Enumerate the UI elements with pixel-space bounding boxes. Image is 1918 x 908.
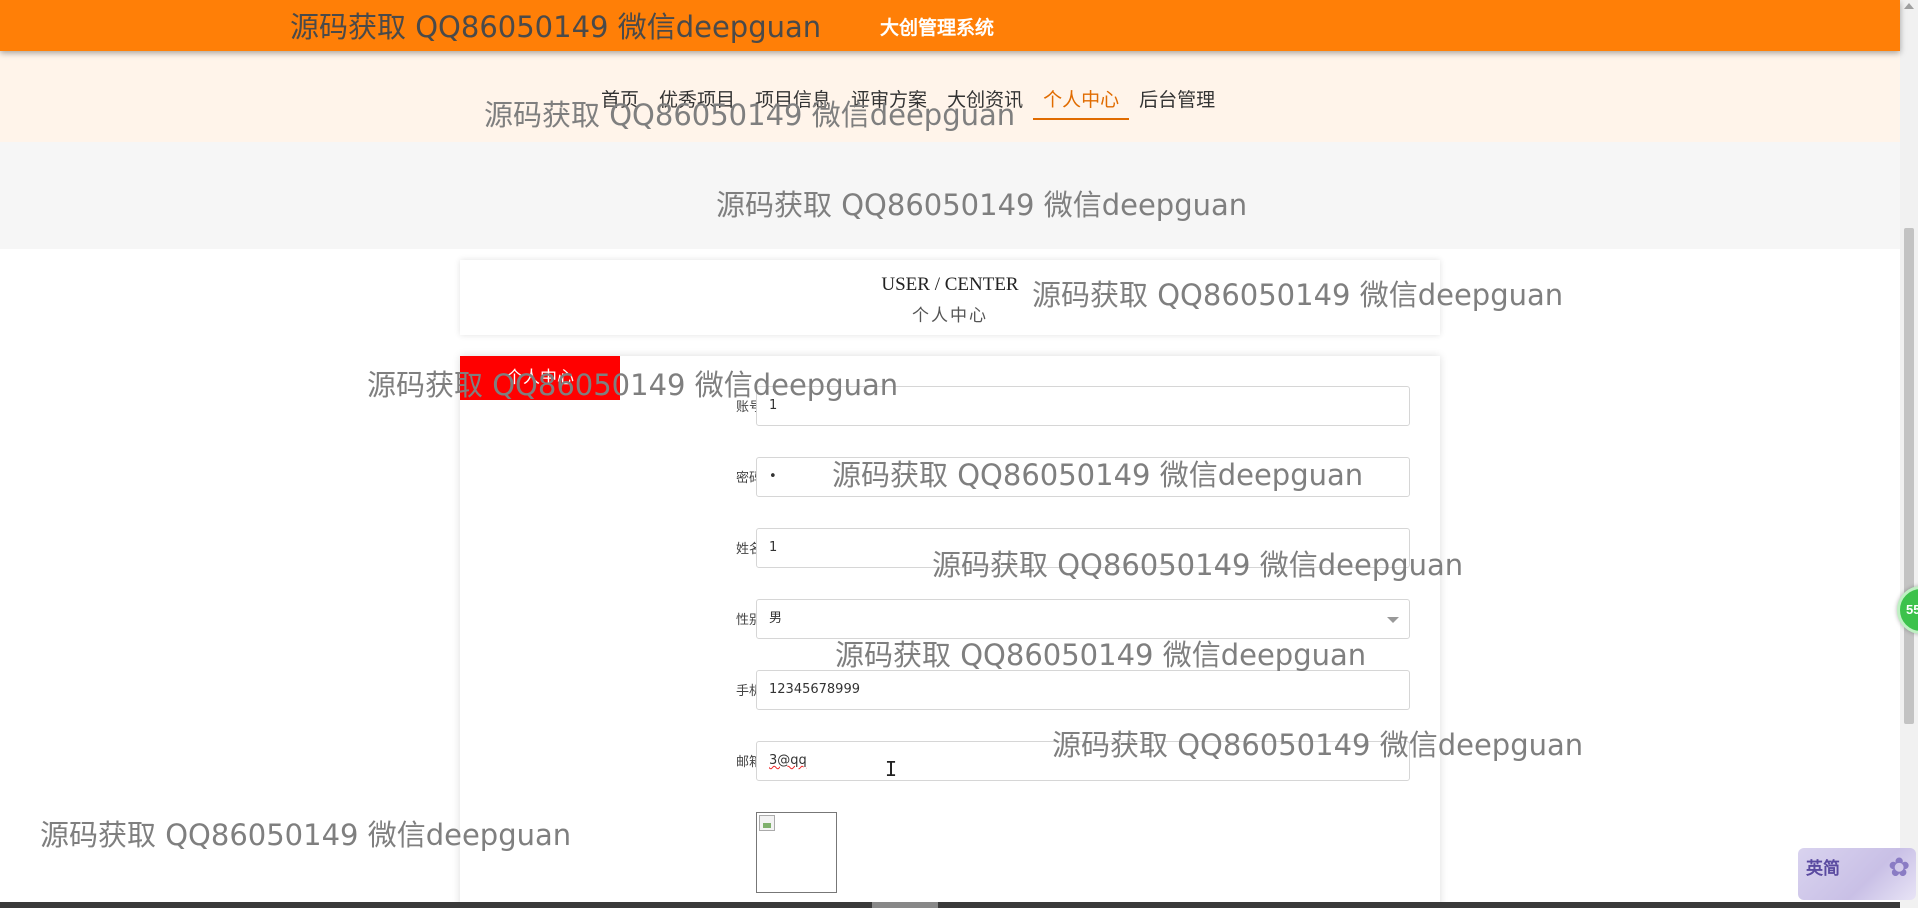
nav-item-admin[interactable]: 后台管理 — [1129, 85, 1225, 120]
ime-mascot-icon: ✿ — [1888, 852, 1910, 882]
section-title-card: USER / CENTER 个人中心 — [460, 260, 1440, 335]
account-input[interactable]: 1 — [756, 386, 1410, 426]
floating-badge-count: 55 — [1906, 602, 1918, 617]
password-input[interactable]: • — [756, 457, 1410, 497]
form-row-password: 密码 • — [460, 457, 1440, 497]
gender-value: 男 — [769, 611, 783, 626]
nav-item-project-info[interactable]: 项目信息 — [745, 85, 841, 120]
form-row-email: 邮箱 3@qq — [460, 741, 1440, 781]
nav-item-review-plan[interactable]: 评审方案 — [841, 85, 937, 120]
page-banner — [0, 142, 1900, 249]
form-row-phone: 手机 12345678999 — [460, 670, 1440, 710]
gender-select[interactable]: 男 — [756, 599, 1410, 639]
email-value: 3@qq — [769, 753, 807, 768]
main-nav: 首页 优秀项目 项目信息 评审方案 大创资讯 个人中心 后台管理 — [591, 85, 1225, 120]
phone-value: 12345678999 — [769, 682, 860, 697]
scrollbar-thumb[interactable] — [1904, 228, 1914, 724]
system-title: 大创管理系统 — [880, 17, 995, 39]
avatar-image[interactable] — [756, 812, 837, 893]
section-title-cn: 个人中心 — [912, 306, 988, 326]
ime-toolbar[interactable]: 英简 ✿ — [1798, 848, 1916, 900]
scroll-up-icon[interactable] — [1904, 3, 1914, 9]
account-value: 1 — [769, 398, 778, 413]
nav-bar: 首页 优秀项目 项目信息 评审方案 大创资讯 个人中心 后台管理 — [0, 51, 1900, 142]
nav-item-home[interactable]: 首页 — [591, 85, 649, 120]
chevron-down-icon — [1387, 617, 1399, 623]
password-value: • — [769, 469, 777, 484]
top-header-bar: 大创管理系统 — [0, 0, 1900, 51]
bottom-strip — [0, 902, 1900, 908]
form-row-name: 姓名 1 — [460, 528, 1440, 568]
form-row-account: 账号 1 — [460, 386, 1440, 426]
profile-form-card: 个人中心 账号 1 密码 • 姓名 1 性别 男 手机 12345678999 … — [460, 356, 1440, 908]
bottom-strip-segment — [872, 902, 938, 908]
name-value: 1 — [769, 540, 778, 555]
page-scrollbar[interactable] — [1900, 0, 1918, 908]
name-input[interactable]: 1 — [756, 528, 1410, 568]
text-cursor-icon: I — [885, 757, 898, 781]
email-input[interactable]: 3@qq — [756, 741, 1410, 781]
form-row-gender: 性别 男 — [460, 599, 1440, 639]
section-title-en: USER / CENTER — [881, 274, 1019, 295]
nav-item-excellent-projects[interactable]: 优秀项目 — [649, 85, 745, 120]
nav-item-personal-center[interactable]: 个人中心 — [1033, 85, 1130, 120]
ime-mode-label: 英简 — [1806, 859, 1840, 879]
broken-image-icon — [759, 815, 775, 831]
nav-item-news[interactable]: 大创资讯 — [937, 85, 1033, 120]
phone-input[interactable]: 12345678999 — [756, 670, 1410, 710]
